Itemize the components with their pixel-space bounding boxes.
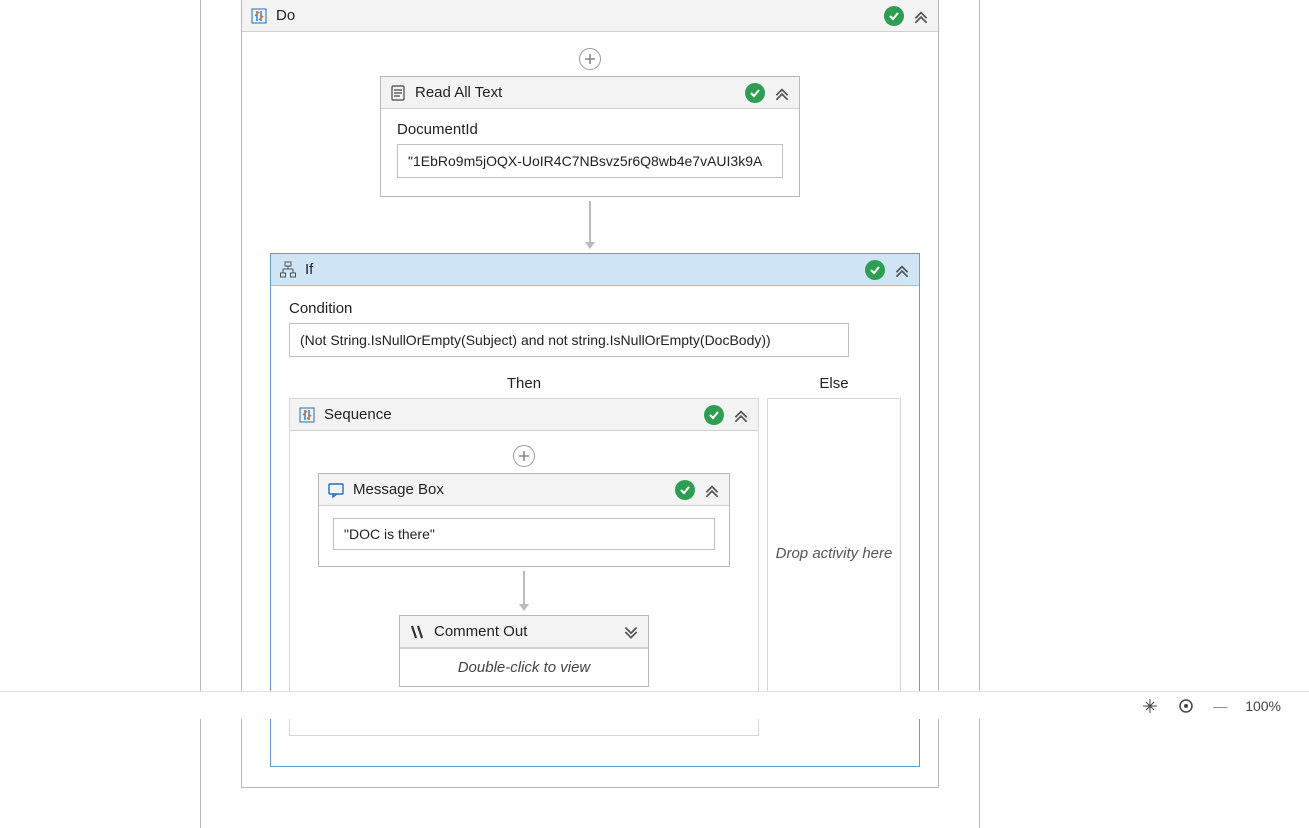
status-ok-icon — [745, 83, 765, 103]
then-panel[interactable]: Sequence — [289, 398, 759, 736]
comment-out-hint[interactable]: Double-click to view — [400, 648, 648, 686]
comment-out-titlebar[interactable]: Comment Out — [400, 616, 648, 648]
do-titlebar[interactable]: Do — [242, 0, 938, 32]
if-titlebar[interactable]: If — [271, 254, 919, 286]
status-ok-icon — [675, 480, 695, 500]
fit-icon[interactable] — [1177, 697, 1195, 715]
documentid-input[interactable] — [397, 144, 783, 178]
flow-arrow — [242, 197, 938, 253]
status-ok-icon — [704, 405, 724, 425]
sequence-titlebar[interactable]: Sequence — [290, 399, 758, 431]
expand-icon[interactable] — [622, 623, 640, 641]
if-icon — [279, 261, 297, 279]
read-all-text-activity[interactable]: Read All Text DocumentId — [380, 76, 800, 197]
status-bar: — 100% — [0, 691, 1309, 719]
read-all-text-titlebar[interactable]: Read All Text — [381, 77, 799, 109]
drop-hint: Drop activity here — [776, 545, 893, 562]
comment-out-activity[interactable]: Comment Out Double-click to view — [399, 615, 649, 687]
message-box-titlebar[interactable]: Message Box — [319, 474, 729, 506]
sequence-title: Sequence — [324, 406, 704, 423]
status-ok-icon — [884, 6, 904, 26]
pan-icon[interactable] — [1141, 697, 1159, 715]
document-icon — [389, 84, 407, 102]
sequence-icon — [250, 7, 268, 25]
status-ok-icon — [865, 260, 885, 280]
message-box-activity[interactable]: Message Box — [318, 473, 730, 567]
collapse-icon[interactable] — [893, 261, 911, 279]
do-activity[interactable]: Do Read All Text — [241, 0, 939, 788]
then-label: Then — [289, 369, 759, 398]
if-title: If — [305, 261, 865, 278]
sequence-icon — [298, 406, 316, 424]
message-box-input[interactable] — [333, 518, 715, 550]
collapse-icon[interactable] — [912, 7, 930, 25]
message-box-title: Message Box — [353, 481, 675, 498]
zoom-level: 100% — [1245, 698, 1281, 714]
documentid-label: DocumentId — [397, 121, 783, 138]
sequence-activity[interactable]: Sequence — [290, 399, 758, 735]
collapse-icon[interactable] — [732, 406, 750, 424]
add-activity-button[interactable] — [579, 48, 601, 70]
condition-input[interactable] — [289, 323, 849, 357]
message-icon — [327, 481, 345, 499]
comment-icon — [408, 623, 426, 641]
read-all-text-title: Read All Text — [415, 84, 745, 101]
collapse-icon[interactable] — [773, 84, 791, 102]
do-title: Do — [276, 7, 884, 24]
else-panel[interactable]: Drop activity here — [767, 398, 901, 708]
if-activity[interactable]: If Condition Then — [270, 253, 920, 767]
flow-arrow — [302, 567, 746, 615]
add-activity-button[interactable] — [513, 445, 535, 467]
else-label: Else — [767, 369, 901, 398]
collapse-icon[interactable] — [703, 481, 721, 499]
condition-label: Condition — [289, 300, 901, 317]
comment-out-title: Comment Out — [434, 623, 622, 640]
